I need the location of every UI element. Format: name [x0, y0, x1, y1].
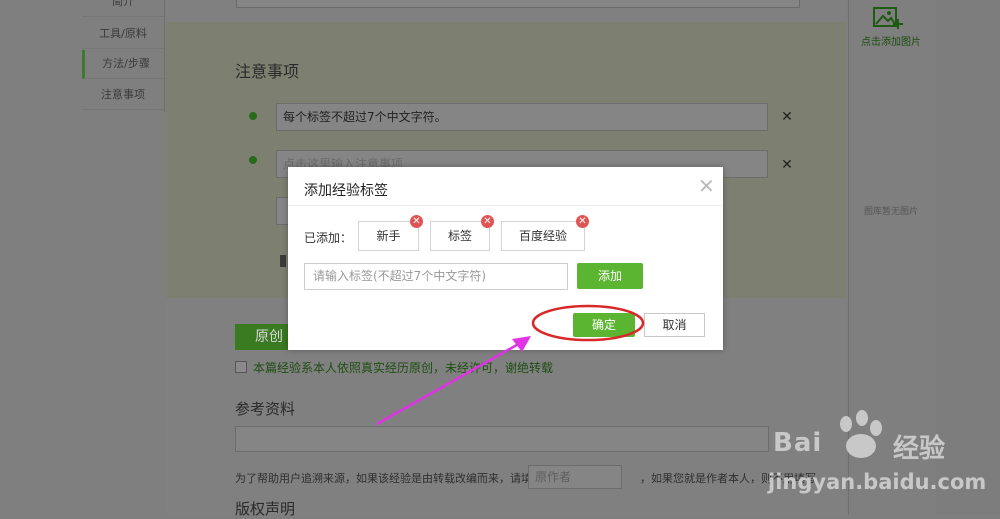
highlight-ellipse	[531, 304, 645, 342]
pointer-arrow-line	[376, 340, 523, 426]
watermark-brand-cn: 经验	[893, 434, 946, 464]
pointer-arrowhead	[512, 336, 531, 352]
paw-logo-icon	[840, 410, 882, 458]
watermark-url: jingyan.baidu.com	[768, 470, 987, 494]
watermark-brand: Bai	[773, 428, 823, 458]
